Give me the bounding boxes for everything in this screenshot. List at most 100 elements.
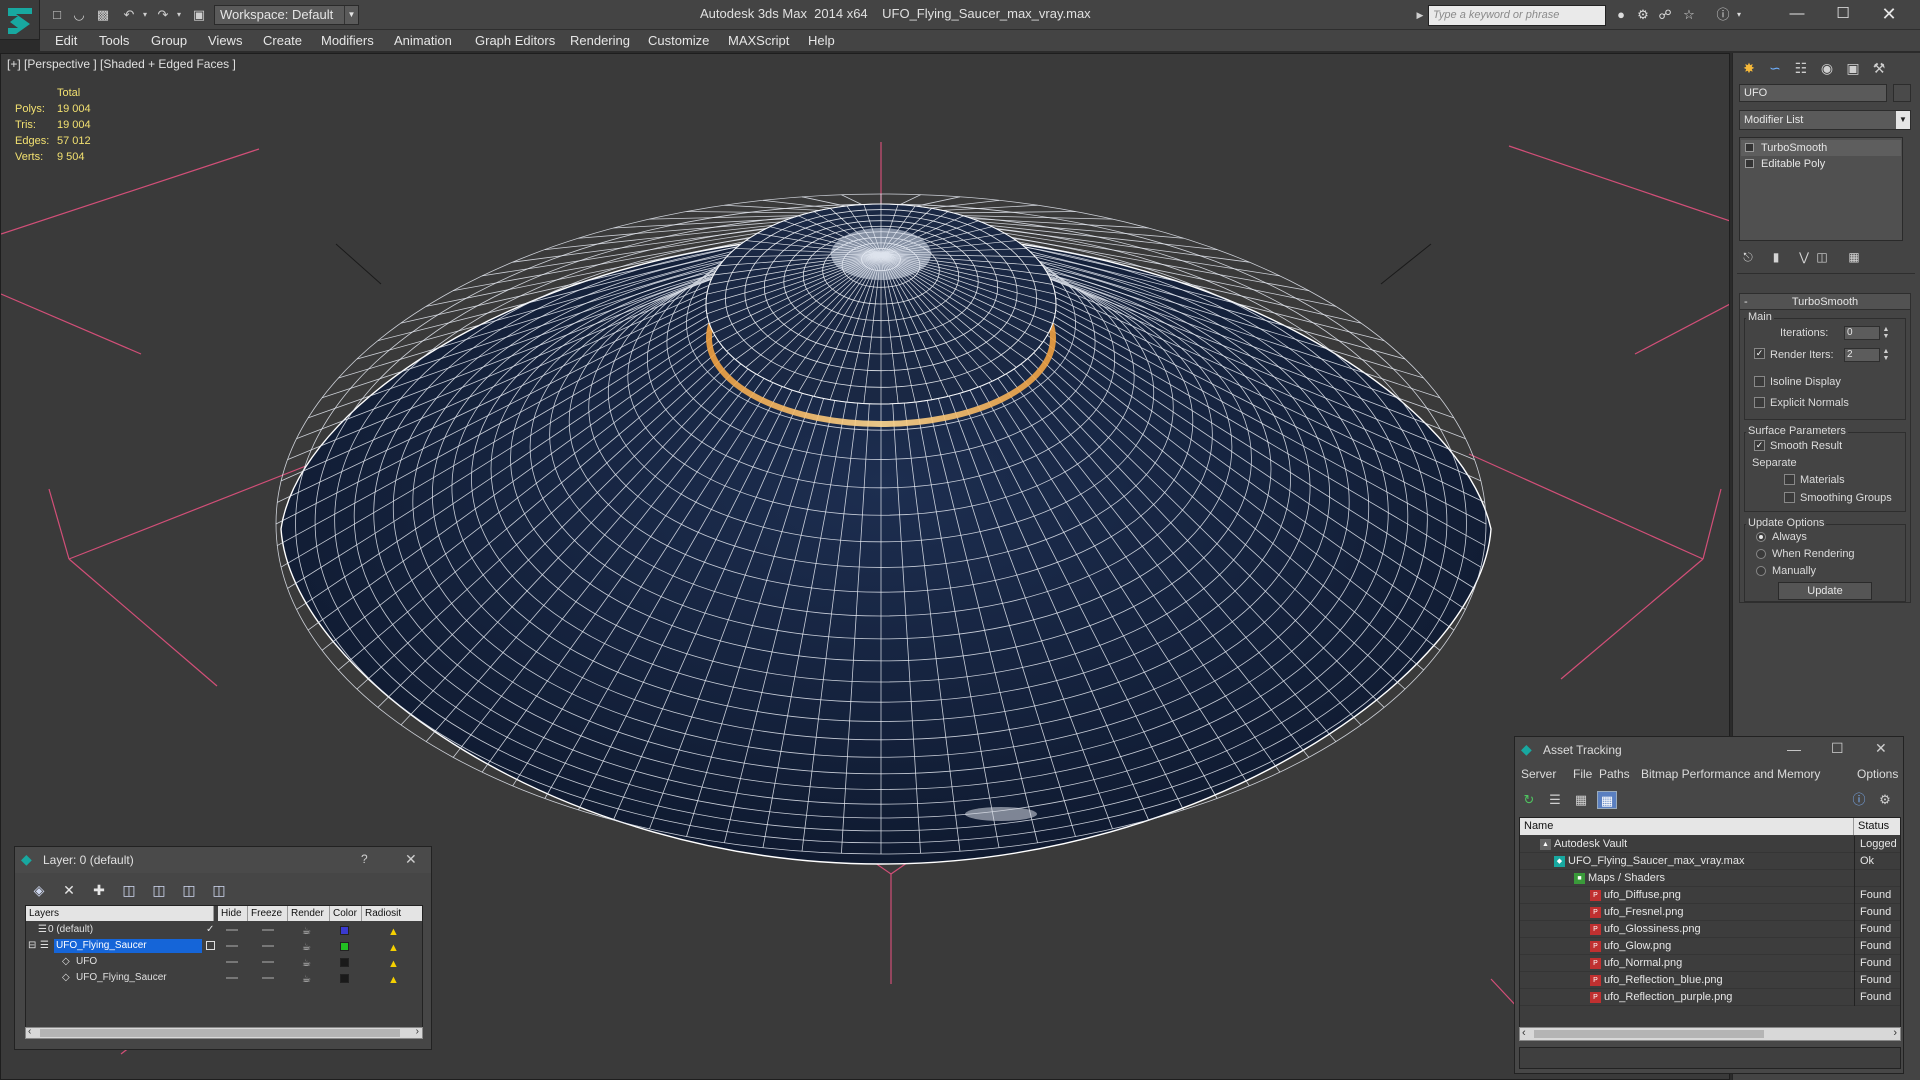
object-name-field[interactable]: UFO (1739, 84, 1887, 102)
freeze-all-layers-icon[interactable]: ◫ (209, 881, 229, 899)
column-header-freeze[interactable]: Freeze (248, 906, 288, 921)
pin-stack-icon[interactable]: ⎋ (1739, 249, 1757, 265)
column-header-hide[interactable]: Hide (218, 906, 248, 921)
isoline-display-checkbox[interactable] (1754, 376, 1765, 387)
menu-maxscript[interactable]: MAXScript (728, 33, 789, 48)
help-dropdown-icon[interactable]: ▾ (1730, 7, 1748, 23)
asset-menu-bitmap-performance[interactable]: Bitmap Performance and Memory (1641, 767, 1820, 781)
menu-create[interactable]: Create (263, 33, 302, 48)
maximize-button[interactable]: ☐ (1831, 740, 1844, 757)
scroll-left-icon[interactable]: ‹ (28, 1026, 31, 1037)
workspace-selector[interactable]: Workspace: Default ▼ (214, 5, 359, 25)
binoculars-icon[interactable]: ● (1612, 7, 1630, 23)
grid-view-icon[interactable]: ▦ (1597, 791, 1617, 809)
asset-row[interactable]: P ufo_Glossiness.png Found (1520, 921, 1900, 938)
menu-group[interactable]: Group (151, 33, 187, 48)
set-current-layer-box[interactable] (206, 941, 215, 950)
asset-row[interactable]: P ufo_Reflection_purple.png Found (1520, 989, 1900, 1006)
communication-center-icon[interactable]: ☍ (1656, 7, 1674, 23)
make-unique-icon[interactable]: ⋁ (1795, 249, 1813, 265)
stack-item-editable-poly[interactable]: Editable Poly (1741, 156, 1901, 172)
layer-color-swatch[interactable] (340, 974, 349, 983)
menu-graph-editors[interactable]: Graph Editors (475, 33, 555, 48)
rollout-header[interactable]: - TurboSmooth (1740, 294, 1910, 310)
remove-modifier-icon[interactable]: ◫ (1813, 249, 1831, 265)
menu-tools[interactable]: Tools (99, 33, 129, 48)
smooth-result-checkbox[interactable]: ✓ (1754, 440, 1765, 451)
project-folder-icon[interactable]: ▣ (190, 6, 208, 24)
menu-animation[interactable]: Animation (394, 33, 452, 48)
help-icon[interactable]: ⓘ (1849, 791, 1869, 809)
hide-all-layers-icon[interactable]: ◫ (179, 881, 199, 899)
collapse-icon[interactable]: ⊟ (28, 938, 36, 954)
active-layer-check-icon[interactable]: ✓ (206, 922, 214, 938)
materials-checkbox[interactable] (1784, 474, 1795, 485)
asset-row[interactable]: P ufo_Fresnel.png Found (1520, 904, 1900, 921)
update-always-radio[interactable] (1756, 532, 1766, 542)
update-button[interactable]: Update (1778, 582, 1872, 600)
smoothing-groups-checkbox[interactable] (1784, 492, 1795, 503)
select-objects-icon[interactable]: ◫ (119, 881, 139, 899)
layer-row[interactable]: ◇ UFO_Flying_Saucer ☕ ▲ (26, 970, 422, 988)
layer-color-swatch[interactable] (340, 926, 349, 935)
freeze-toggle[interactable] (262, 977, 274, 979)
menu-views[interactable]: Views (208, 33, 242, 48)
asset-row[interactable]: ◆ UFO_Flying_Saucer_max_vray.max Ok (1520, 853, 1900, 870)
minimize-button[interactable]: — (1774, 0, 1820, 30)
display-tab-icon[interactable]: ▣ (1841, 57, 1865, 79)
freeze-toggle[interactable] (262, 945, 274, 947)
menu-customize[interactable]: Customize (648, 33, 709, 48)
column-header-color[interactable]: Color (330, 906, 362, 921)
asset-path-field[interactable] (1519, 1047, 1901, 1069)
asset-menu-paths[interactable]: Paths (1599, 767, 1630, 781)
asset-row[interactable]: P ufo_Diffuse.png Found (1520, 887, 1900, 904)
app-menu-button[interactable] (0, 0, 40, 40)
scrollbar-thumb[interactable] (40, 1029, 400, 1037)
asset-row[interactable]: ▲ Autodesk Vault Logged (1520, 836, 1900, 853)
modify-tab-icon[interactable]: ∽ (1763, 57, 1787, 79)
lightbulb-icon[interactable] (1745, 143, 1754, 152)
create-tab-icon[interactable]: ✸ (1737, 57, 1761, 79)
redo-dropdown-icon[interactable]: ▾ (170, 6, 188, 24)
save-icon[interactable]: ▩ (94, 6, 112, 24)
layer-color-swatch[interactable] (340, 958, 349, 967)
menu-modifiers[interactable]: Modifiers (321, 33, 374, 48)
asset-menu-options[interactable]: Options (1857, 767, 1898, 781)
freeze-toggle[interactable] (262, 929, 274, 931)
scrollbar-thumb[interactable] (1534, 1030, 1764, 1038)
spinner-arrows-icon[interactable]: ▲ ▼ (1882, 326, 1890, 340)
layer-row[interactable]: 0 (default) ☰ ✓ ☕ ▲ (26, 922, 422, 938)
close-panel-button[interactable]: ✕ (405, 851, 417, 868)
refresh-icon[interactable]: ↻ (1519, 791, 1539, 809)
scroll-right-icon[interactable]: › (416, 1026, 419, 1037)
asset-menu-file[interactable]: File (1573, 767, 1592, 781)
favorites-star-icon[interactable]: ☆ (1680, 7, 1698, 23)
freeze-toggle[interactable] (262, 961, 274, 963)
expand-icon[interactable] (1745, 159, 1754, 168)
search-expand-icon[interactable]: ▶ (1414, 6, 1426, 24)
render-iters-spinner[interactable]: 2 (1844, 348, 1880, 362)
asset-row[interactable]: P ufo_Normal.png Found (1520, 955, 1900, 972)
open-file-icon[interactable]: ◡ (70, 6, 88, 24)
object-color-swatch[interactable] (1893, 84, 1911, 102)
scroll-left-icon[interactable]: ‹ (1522, 1027, 1526, 1039)
modifier-list-dropdown[interactable]: Modifier List ▼ (1739, 110, 1911, 130)
list-view-icon[interactable]: ☰ (1545, 791, 1565, 809)
asset-row[interactable]: P ufo_Reflection_blue.png Found (1520, 972, 1900, 989)
configure-modifier-sets-icon[interactable]: ▦ (1845, 249, 1863, 265)
layer-horizontal-scrollbar[interactable]: ‹ › (25, 1026, 423, 1039)
new-file-icon[interactable]: □ (48, 6, 66, 24)
hide-toggle[interactable] (226, 977, 238, 979)
menu-help[interactable]: Help (808, 33, 835, 48)
hierarchy-tab-icon[interactable]: ☷ (1789, 57, 1813, 79)
utilities-tab-icon[interactable]: ⚒ (1867, 57, 1891, 79)
column-header-radiosity[interactable]: Radiosit (362, 906, 422, 921)
render-teapot-icon[interactable]: ☕ (302, 972, 311, 988)
stack-item-turbosmooth[interactable]: TurboSmooth (1741, 140, 1901, 156)
delete-layer-icon[interactable]: ✕ (59, 881, 79, 899)
column-header-render[interactable]: Render (288, 906, 330, 921)
menu-rendering[interactable]: Rendering (570, 33, 630, 48)
render-iters-checkbox[interactable]: ✓ (1754, 348, 1765, 359)
iterations-spinner[interactable]: 0 (1844, 326, 1880, 340)
motion-tab-icon[interactable]: ◉ (1815, 57, 1839, 79)
